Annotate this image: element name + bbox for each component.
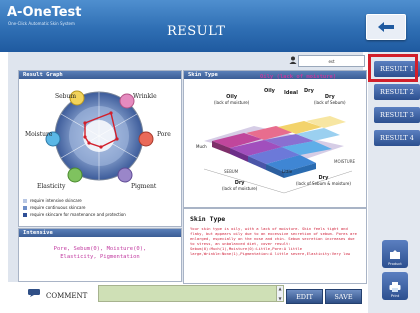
product-button[interactable]: Product	[382, 240, 408, 268]
map-label-dry-bottom: Dry (lack of Sebum & moisture)	[296, 175, 351, 187]
legend-label-intensive: require intensive skincare	[30, 198, 82, 203]
legend-swatch-intensive	[23, 198, 27, 203]
radar-label-wrinkle: Wrinkle	[133, 93, 157, 100]
skin-type-text-heading: Skin Type	[190, 215, 226, 223]
map-label-dry-left: Dry (lack of moisture)	[222, 180, 258, 192]
intensive-line-2: Elasticity, Pigmentation	[60, 254, 140, 260]
skin-type-result-label: Oily (lack of moisture)	[260, 74, 337, 80]
edit-button[interactable]: EDIT	[286, 289, 323, 304]
selected-tab-highlight	[368, 54, 418, 82]
user-icon	[289, 56, 297, 64]
map-label-much: Much	[196, 144, 207, 149]
legend-label-maintenance: require skincare for mantenance and prot…	[30, 212, 126, 217]
tab-result-3[interactable]: RESULT 3	[374, 107, 420, 123]
radar-label-elasticity: Elasticity	[37, 183, 66, 190]
intensive-title: Intensive	[19, 229, 181, 237]
page-title: RESULT	[167, 24, 226, 39]
map-label-dry-lack-sebum: Dry (lack of Sebum)	[314, 94, 346, 106]
map-label-little: Little	[282, 169, 293, 174]
print-label: Print	[390, 294, 400, 298]
radar-label-moisture: Moisture	[25, 131, 53, 138]
radar-label-sebum: Sebum	[55, 93, 77, 100]
scroll-up-icon[interactable]: ▲	[278, 286, 281, 291]
map-label-moisture-axis: MOISTURE	[334, 159, 355, 164]
product-label: Product	[388, 262, 402, 266]
wrinkle-ball-icon	[119, 93, 135, 109]
brand-name: A-OneTest	[7, 5, 82, 20]
result-graph-panel: Result Graph Sebum Wrinkle Pore Pigment …	[18, 70, 182, 227]
pigment-ball-icon	[117, 167, 133, 183]
intensive-line-1: Pore, Sebum(0), Moisture(0),	[53, 246, 147, 252]
map-label-dry: Dry	[304, 88, 314, 94]
legend-label-continuous: require continuous skincare	[30, 205, 86, 210]
map-label-ideal: Ideal	[284, 90, 298, 96]
comment-input[interactable]	[98, 285, 278, 302]
legend-item-intensive: require intensive skincare	[23, 198, 82, 203]
comment-scrollbar[interactable]: ▲ ▼	[276, 285, 284, 302]
save-button[interactable]: SAVE	[325, 289, 362, 304]
product-icon	[390, 250, 400, 259]
skin-type-panel: Skin Type Oily (lack of moisture) Oily (l…	[183, 70, 367, 208]
comment-icon	[28, 289, 40, 297]
intensive-panel: Intensive Pore, Sebum(0), Moisture(0), E…	[18, 228, 182, 282]
legend-swatch-maintenance	[23, 212, 27, 217]
elasticity-ball-icon	[67, 167, 83, 183]
legend-swatch-continuous	[23, 205, 27, 210]
tab-result-4[interactable]: RESULT 4	[374, 130, 420, 146]
back-button[interactable]	[366, 14, 406, 40]
map-label-oily: Oily	[264, 88, 275, 94]
scroll-down-icon[interactable]: ▼	[278, 296, 281, 301]
back-arrow-icon	[378, 22, 394, 32]
map-label-sebum-axis: SEBUM	[224, 169, 239, 174]
comment-label: COMMENT	[46, 292, 88, 300]
printer-icon	[389, 282, 401, 292]
radar-label-pigment: Pigment	[131, 183, 157, 190]
radar-label-pore: Pore	[157, 131, 171, 138]
skin-type-text-panel: Skin Type Your skin type is oily, with a…	[183, 208, 367, 284]
brand-subtitle: One-Click Automatic Skin System	[8, 21, 75, 26]
print-button[interactable]: Print	[382, 272, 408, 300]
skin-type-description: Your skin type is oily, with a lack of m…	[190, 226, 357, 256]
map-label-oily-lack-moisture: Oily (lack of moisture)	[214, 94, 250, 106]
tab-result-2[interactable]: RESULT 2	[374, 84, 420, 100]
pore-ball-icon	[138, 131, 154, 147]
legend-item-continuous: require continuous skincare	[23, 205, 85, 210]
intensive-content: Pore, Sebum(0), Moisture(0), Elasticity,…	[19, 239, 181, 261]
legend-item-maintenance: require skincare for mantenance and prot…	[23, 212, 126, 217]
user-name: est	[328, 58, 335, 64]
result-graph-title: Result Graph	[19, 71, 181, 79]
user-name-field: est	[298, 55, 365, 67]
